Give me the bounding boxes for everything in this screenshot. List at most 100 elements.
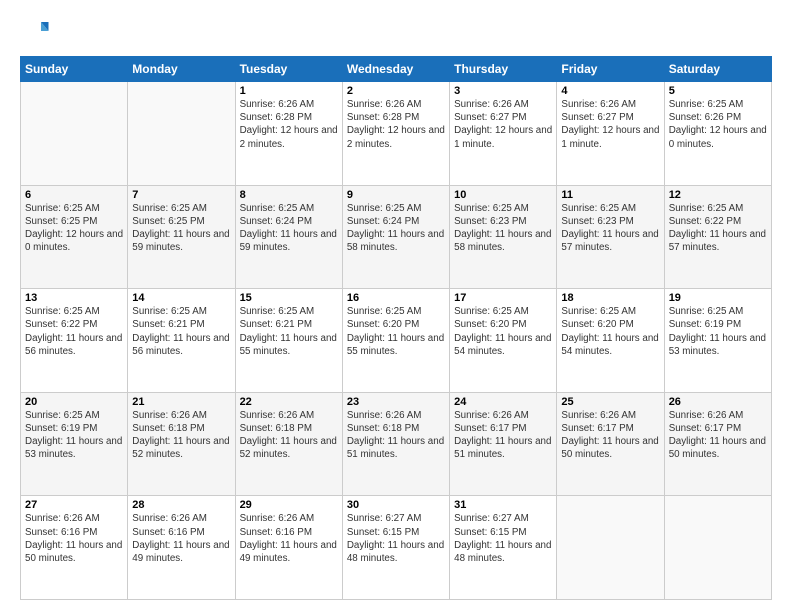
- day-number: 7: [132, 189, 230, 201]
- weekday-header-tuesday: Tuesday: [235, 57, 342, 82]
- day-number: 31: [454, 499, 552, 511]
- calendar-cell: [664, 496, 771, 600]
- calendar-cell: 3Sunrise: 6:26 AM Sunset: 6:27 PM Daylig…: [450, 82, 557, 186]
- day-number: 13: [25, 292, 123, 304]
- calendar-cell: 20Sunrise: 6:25 AM Sunset: 6:19 PM Dayli…: [21, 392, 128, 496]
- day-number: 12: [669, 189, 767, 201]
- calendar-cell: [128, 82, 235, 186]
- day-info: Sunrise: 6:26 AM Sunset: 6:16 PM Dayligh…: [240, 512, 338, 565]
- calendar-table: SundayMondayTuesdayWednesdayThursdayFrid…: [20, 56, 772, 600]
- day-number: 18: [561, 292, 659, 304]
- day-info: Sunrise: 6:26 AM Sunset: 6:18 PM Dayligh…: [347, 409, 445, 462]
- day-info: Sunrise: 6:26 AM Sunset: 6:18 PM Dayligh…: [240, 409, 338, 462]
- calendar-cell: [21, 82, 128, 186]
- day-number: 29: [240, 499, 338, 511]
- calendar-cell: 31Sunrise: 6:27 AM Sunset: 6:15 PM Dayli…: [450, 496, 557, 600]
- day-number: 4: [561, 85, 659, 97]
- day-number: 15: [240, 292, 338, 304]
- day-info: Sunrise: 6:25 AM Sunset: 6:20 PM Dayligh…: [454, 305, 552, 358]
- day-number: 5: [669, 85, 767, 97]
- calendar-cell: 14Sunrise: 6:25 AM Sunset: 6:21 PM Dayli…: [128, 289, 235, 393]
- week-row-5: 27Sunrise: 6:26 AM Sunset: 6:16 PM Dayli…: [21, 496, 772, 600]
- day-info: Sunrise: 6:26 AM Sunset: 6:17 PM Dayligh…: [669, 409, 767, 462]
- calendar-cell: 7Sunrise: 6:25 AM Sunset: 6:25 PM Daylig…: [128, 185, 235, 289]
- day-number: 30: [347, 499, 445, 511]
- day-number: 8: [240, 189, 338, 201]
- calendar-cell: 30Sunrise: 6:27 AM Sunset: 6:15 PM Dayli…: [342, 496, 449, 600]
- day-number: 27: [25, 499, 123, 511]
- day-info: Sunrise: 6:26 AM Sunset: 6:17 PM Dayligh…: [454, 409, 552, 462]
- day-info: Sunrise: 6:26 AM Sunset: 6:18 PM Dayligh…: [132, 409, 230, 462]
- calendar-cell: 18Sunrise: 6:25 AM Sunset: 6:20 PM Dayli…: [557, 289, 664, 393]
- day-number: 22: [240, 396, 338, 408]
- calendar-cell: 29Sunrise: 6:26 AM Sunset: 6:16 PM Dayli…: [235, 496, 342, 600]
- logo: [20, 16, 54, 46]
- calendar-cell: 5Sunrise: 6:25 AM Sunset: 6:26 PM Daylig…: [664, 82, 771, 186]
- day-info: Sunrise: 6:25 AM Sunset: 6:22 PM Dayligh…: [25, 305, 123, 358]
- calendar-cell: 12Sunrise: 6:25 AM Sunset: 6:22 PM Dayli…: [664, 185, 771, 289]
- calendar-cell: 23Sunrise: 6:26 AM Sunset: 6:18 PM Dayli…: [342, 392, 449, 496]
- weekday-header-wednesday: Wednesday: [342, 57, 449, 82]
- day-info: Sunrise: 6:25 AM Sunset: 6:20 PM Dayligh…: [347, 305, 445, 358]
- calendar-cell: 21Sunrise: 6:26 AM Sunset: 6:18 PM Dayli…: [128, 392, 235, 496]
- day-info: Sunrise: 6:26 AM Sunset: 6:28 PM Dayligh…: [240, 98, 338, 151]
- day-info: Sunrise: 6:27 AM Sunset: 6:15 PM Dayligh…: [347, 512, 445, 565]
- day-info: Sunrise: 6:25 AM Sunset: 6:21 PM Dayligh…: [240, 305, 338, 358]
- calendar-cell: 22Sunrise: 6:26 AM Sunset: 6:18 PM Dayli…: [235, 392, 342, 496]
- day-info: Sunrise: 6:26 AM Sunset: 6:16 PM Dayligh…: [132, 512, 230, 565]
- day-info: Sunrise: 6:25 AM Sunset: 6:26 PM Dayligh…: [669, 98, 767, 151]
- calendar-cell: 19Sunrise: 6:25 AM Sunset: 6:19 PM Dayli…: [664, 289, 771, 393]
- day-number: 14: [132, 292, 230, 304]
- day-info: Sunrise: 6:25 AM Sunset: 6:22 PM Dayligh…: [669, 202, 767, 255]
- day-info: Sunrise: 6:25 AM Sunset: 6:24 PM Dayligh…: [347, 202, 445, 255]
- calendar-cell: 2Sunrise: 6:26 AM Sunset: 6:28 PM Daylig…: [342, 82, 449, 186]
- weekday-header-saturday: Saturday: [664, 57, 771, 82]
- day-number: 21: [132, 396, 230, 408]
- weekday-header-row: SundayMondayTuesdayWednesdayThursdayFrid…: [21, 57, 772, 82]
- logo-icon: [20, 16, 50, 46]
- day-info: Sunrise: 6:26 AM Sunset: 6:27 PM Dayligh…: [454, 98, 552, 151]
- day-number: 1: [240, 85, 338, 97]
- day-number: 9: [347, 189, 445, 201]
- header: [20, 16, 772, 46]
- calendar-cell: 25Sunrise: 6:26 AM Sunset: 6:17 PM Dayli…: [557, 392, 664, 496]
- day-info: Sunrise: 6:25 AM Sunset: 6:20 PM Dayligh…: [561, 305, 659, 358]
- day-number: 2: [347, 85, 445, 97]
- calendar-cell: 28Sunrise: 6:26 AM Sunset: 6:16 PM Dayli…: [128, 496, 235, 600]
- day-info: Sunrise: 6:26 AM Sunset: 6:16 PM Dayligh…: [25, 512, 123, 565]
- calendar-cell: 13Sunrise: 6:25 AM Sunset: 6:22 PM Dayli…: [21, 289, 128, 393]
- weekday-header-thursday: Thursday: [450, 57, 557, 82]
- calendar-cell: 11Sunrise: 6:25 AM Sunset: 6:23 PM Dayli…: [557, 185, 664, 289]
- day-info: Sunrise: 6:26 AM Sunset: 6:28 PM Dayligh…: [347, 98, 445, 151]
- day-info: Sunrise: 6:25 AM Sunset: 6:21 PM Dayligh…: [132, 305, 230, 358]
- day-number: 24: [454, 396, 552, 408]
- weekday-header-friday: Friday: [557, 57, 664, 82]
- day-info: Sunrise: 6:25 AM Sunset: 6:23 PM Dayligh…: [454, 202, 552, 255]
- calendar-cell: [557, 496, 664, 600]
- day-info: Sunrise: 6:25 AM Sunset: 6:24 PM Dayligh…: [240, 202, 338, 255]
- day-info: Sunrise: 6:26 AM Sunset: 6:27 PM Dayligh…: [561, 98, 659, 151]
- calendar-cell: 24Sunrise: 6:26 AM Sunset: 6:17 PM Dayli…: [450, 392, 557, 496]
- day-number: 19: [669, 292, 767, 304]
- day-number: 17: [454, 292, 552, 304]
- calendar-cell: 26Sunrise: 6:26 AM Sunset: 6:17 PM Dayli…: [664, 392, 771, 496]
- day-number: 6: [25, 189, 123, 201]
- weekday-header-monday: Monday: [128, 57, 235, 82]
- weekday-header-sunday: Sunday: [21, 57, 128, 82]
- calendar-cell: 6Sunrise: 6:25 AM Sunset: 6:25 PM Daylig…: [21, 185, 128, 289]
- calendar-cell: 15Sunrise: 6:25 AM Sunset: 6:21 PM Dayli…: [235, 289, 342, 393]
- calendar-cell: 27Sunrise: 6:26 AM Sunset: 6:16 PM Dayli…: [21, 496, 128, 600]
- week-row-4: 20Sunrise: 6:25 AM Sunset: 6:19 PM Dayli…: [21, 392, 772, 496]
- day-info: Sunrise: 6:25 AM Sunset: 6:23 PM Dayligh…: [561, 202, 659, 255]
- day-info: Sunrise: 6:25 AM Sunset: 6:25 PM Dayligh…: [25, 202, 123, 255]
- day-info: Sunrise: 6:27 AM Sunset: 6:15 PM Dayligh…: [454, 512, 552, 565]
- week-row-1: 1Sunrise: 6:26 AM Sunset: 6:28 PM Daylig…: [21, 82, 772, 186]
- calendar-cell: 1Sunrise: 6:26 AM Sunset: 6:28 PM Daylig…: [235, 82, 342, 186]
- calendar-cell: 16Sunrise: 6:25 AM Sunset: 6:20 PM Dayli…: [342, 289, 449, 393]
- day-number: 28: [132, 499, 230, 511]
- day-number: 23: [347, 396, 445, 408]
- day-number: 26: [669, 396, 767, 408]
- week-row-2: 6Sunrise: 6:25 AM Sunset: 6:25 PM Daylig…: [21, 185, 772, 289]
- day-number: 3: [454, 85, 552, 97]
- day-number: 16: [347, 292, 445, 304]
